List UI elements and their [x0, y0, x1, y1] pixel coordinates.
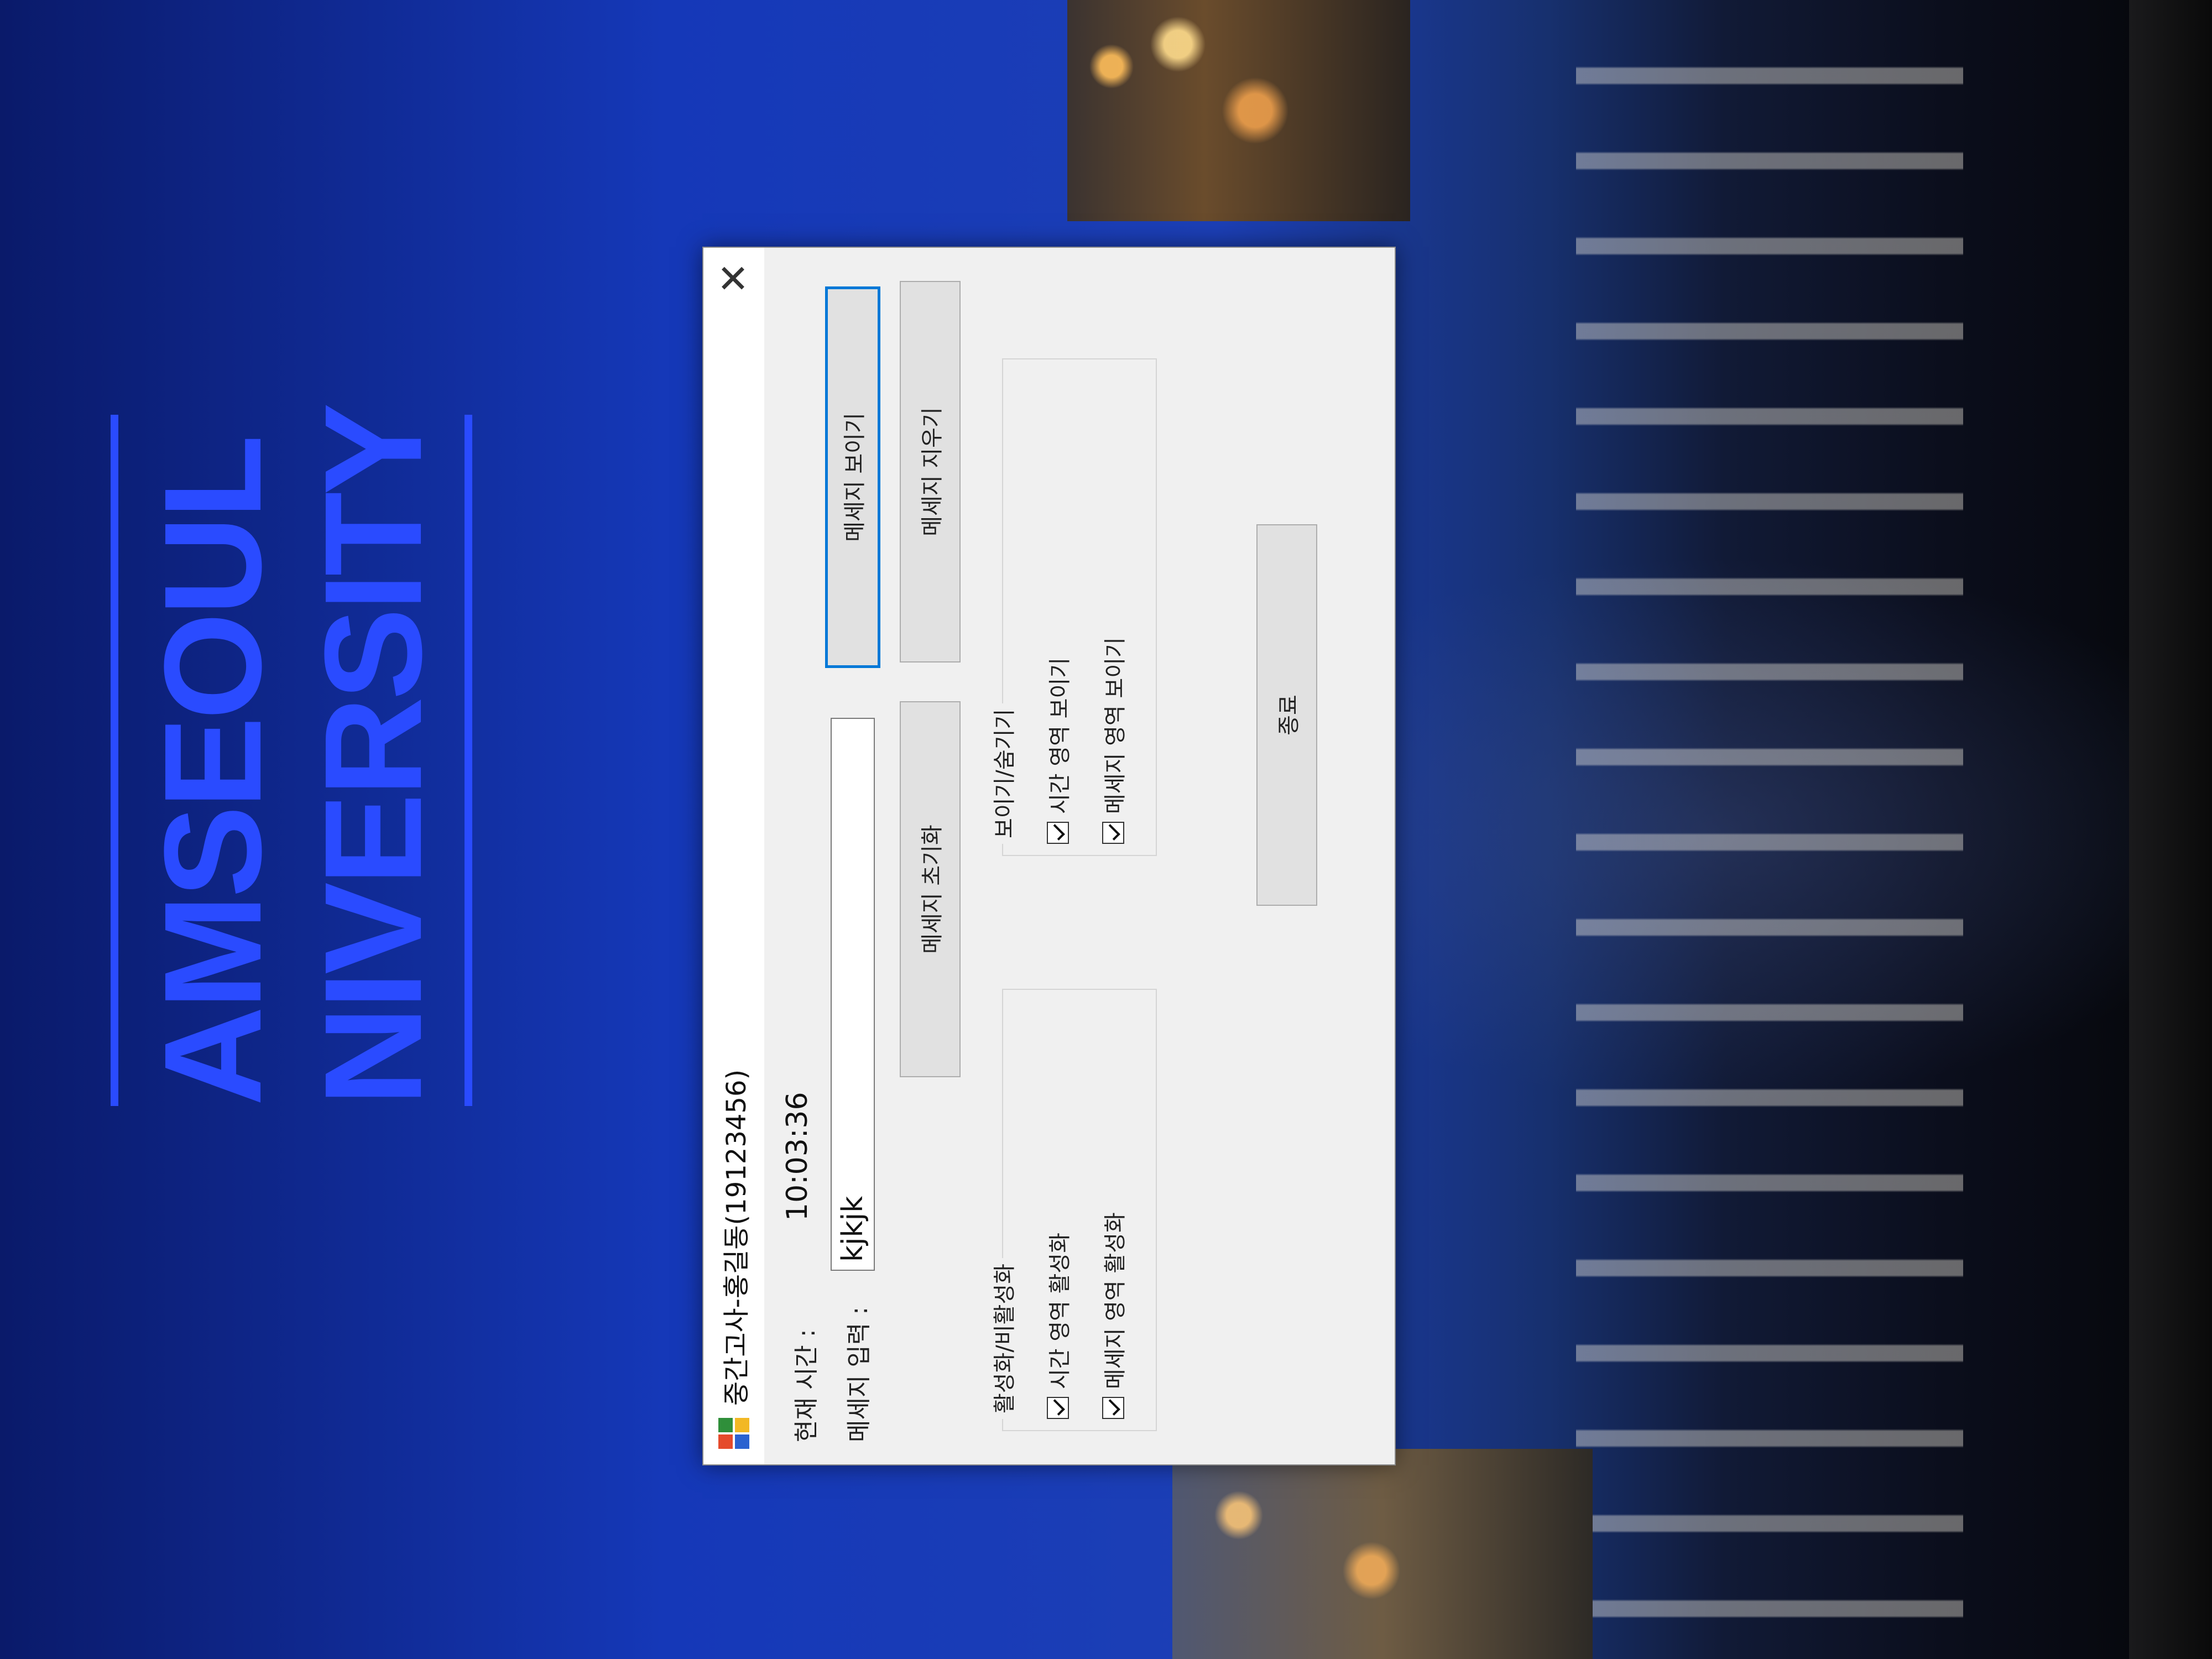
dialog-title: 중간고사-홍길동(19123456)	[721, 1069, 752, 1406]
message-visible-label: 메세지 영역 보이기	[1103, 637, 1128, 814]
university-name-line1: AMSEOUL	[135, 438, 290, 1106]
university-name-line2: NIVERSITY	[296, 406, 450, 1106]
monitor-bezel	[2129, 0, 2212, 1659]
colorful-app-icon	[718, 1418, 749, 1449]
clear-message-button[interactable]: 메세지 지우기	[900, 281, 961, 662]
visibility-group-title: 보이기/숨기기	[987, 703, 1019, 844]
show-message-button[interactable]: 메세지 보이기	[825, 286, 880, 668]
university-wallpaper-text: AMSEOUL NIVERSITY	[111, 406, 472, 1106]
checkbox-checked-icon	[1047, 1397, 1069, 1419]
city-lights-bottom	[1172, 1449, 1593, 1659]
time-visible-checkbox[interactable]: 시간 영역 보이기	[1042, 658, 1074, 844]
time-visible-label: 시간 영역 보이기	[1047, 657, 1073, 814]
message-label: 메세지 입력 :	[845, 1306, 873, 1442]
time-enable-checkbox[interactable]: 시간 영역 활성화	[1042, 1233, 1074, 1419]
enable-group-title: 활성화/비활성화	[987, 1258, 1019, 1419]
close-icon[interactable]: ✕	[703, 248, 764, 309]
message-enable-checkbox[interactable]: 메세지 영역 활성화	[1097, 1212, 1129, 1419]
checkbox-checked-icon	[1102, 1397, 1124, 1419]
dialog-titlebar[interactable]: 중간고사-홍길동(19123456) ✕	[703, 248, 764, 1464]
river-reflections	[1576, 0, 1963, 1659]
reset-message-button[interactable]: 메세지 초기화	[900, 701, 961, 1077]
message-enable-label: 메세지 영역 활성화	[1103, 1212, 1128, 1389]
message-input[interactable]	[831, 718, 875, 1271]
wallpaper-line-bottom	[465, 415, 472, 1106]
enable-group: 활성화/비활성화 시간 영역 활성화 메세지 영역 활성화	[987, 989, 1157, 1431]
checkbox-checked-icon	[1047, 822, 1069, 844]
time-enable-label: 시간 영역 활성화	[1047, 1232, 1073, 1389]
message-visible-checkbox[interactable]: 메세지 영역 보이기	[1097, 637, 1129, 844]
time-value: 10:03:36	[781, 1092, 814, 1221]
exam-dialog-window: 중간고사-홍길동(19123456) ✕ 현재 시간 : 10:03:36 메세…	[702, 247, 1396, 1465]
time-label: 현재 시간 :	[792, 1329, 821, 1442]
wallpaper-line-top	[111, 415, 118, 1106]
checkbox-checked-icon	[1102, 822, 1124, 844]
exit-button[interactable]: 종료	[1256, 524, 1317, 906]
visibility-group: 보이기/숨기기 시간 영역 보이기 메세지 영역 보이기	[987, 358, 1157, 856]
city-lights-top	[1067, 0, 1410, 221]
